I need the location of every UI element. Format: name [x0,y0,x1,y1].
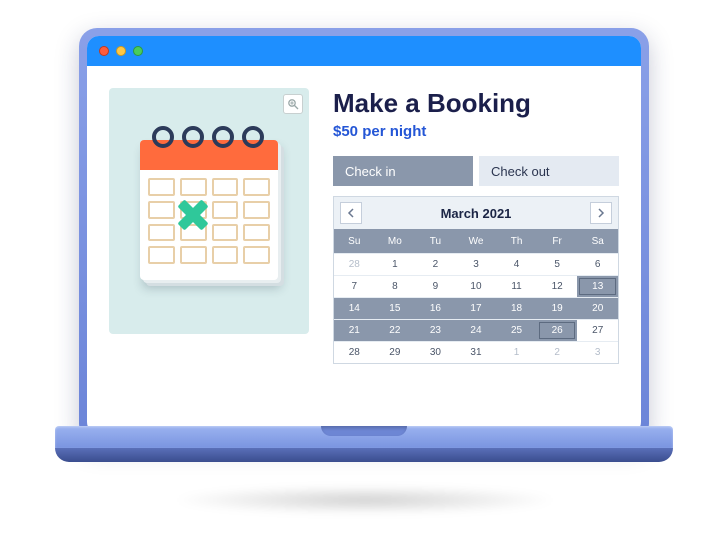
calendar-day[interactable]: 7 [334,275,375,297]
calendar-grid: 2812345678910111213141516171819202122232… [334,253,618,363]
weekday-label: Tu [415,229,456,253]
calendar-day[interactable]: 12 [537,275,578,297]
laptop-base [55,426,673,468]
calendar-day[interactable]: 23 [415,319,456,341]
weekday-label: Fr [537,229,578,253]
calendar-day[interactable]: 14 [334,297,375,319]
weekday-label: We [456,229,497,253]
calendar-day[interactable]: 31 [456,341,497,363]
calendar-day[interactable]: 26 [537,319,578,341]
calendar-day[interactable]: 6 [577,253,618,275]
tab-checkout[interactable]: Check out [479,156,619,186]
calendar-day[interactable]: 2 [537,341,578,363]
calendar-illustration [134,126,284,296]
page-title: Make a Booking [333,88,619,119]
calendar-week: 14151617181920 [334,297,618,319]
calendar-widget: March 2021 SuMoTuWeThFrSa 28123456789101… [333,196,619,364]
laptop-frame: Make a Booking $50 per night Check in Ch… [55,28,673,478]
calendar-day[interactable]: 20 [577,297,618,319]
minimize-icon[interactable] [116,46,126,56]
x-mark-icon [176,198,210,232]
weekday-label: Mo [375,229,416,253]
calendar-day[interactable]: 28 [334,341,375,363]
calendar-day[interactable]: 13 [577,275,618,297]
calendar-day[interactable]: 17 [456,297,497,319]
calendar-day[interactable]: 18 [496,297,537,319]
calendar-day[interactable]: 4 [496,253,537,275]
screen: Make a Booking $50 per night Check in Ch… [87,36,641,434]
calendar-day[interactable]: 1 [375,253,416,275]
calendar-day[interactable]: 30 [415,341,456,363]
calendar-day[interactable]: 3 [456,253,497,275]
calendar-day[interactable]: 11 [496,275,537,297]
calendar-day[interactable]: 10 [456,275,497,297]
calendar-day[interactable]: 28 [334,253,375,275]
booking-panel: Make a Booking $50 per night Check in Ch… [333,88,619,404]
maximize-icon[interactable] [133,46,143,56]
price-label: $50 per night [333,123,619,140]
calendar-day[interactable]: 29 [375,341,416,363]
calendar-day[interactable]: 8 [375,275,416,297]
window-titlebar [87,36,641,66]
weekday-header: SuMoTuWeThFrSa [334,229,618,253]
calendar-day[interactable]: 21 [334,319,375,341]
calendar-day[interactable]: 15 [375,297,416,319]
calendar-day[interactable]: 3 [577,341,618,363]
close-icon[interactable] [99,46,109,56]
calendar-week: 21222324252627 [334,319,618,341]
calendar-day[interactable]: 9 [415,275,456,297]
prev-month-button[interactable] [340,202,362,224]
zoom-icon[interactable] [283,94,303,114]
month-label: March 2021 [441,206,512,221]
calendar-day[interactable]: 19 [537,297,578,319]
calendar-week: 28293031123 [334,341,618,363]
calendar-day[interactable]: 1 [496,341,537,363]
weekday-label: Th [496,229,537,253]
calendar-day[interactable]: 27 [577,319,618,341]
screen-bezel: Make a Booking $50 per night Check in Ch… [79,28,649,442]
calendar-day[interactable]: 25 [496,319,537,341]
calendar-day[interactable]: 22 [375,319,416,341]
product-image-panel [109,88,309,334]
calendar-day[interactable]: 5 [537,253,578,275]
content-area: Make a Booking $50 per night Check in Ch… [87,66,641,434]
calendar-week: 78910111213 [334,275,618,297]
weekday-label: Su [334,229,375,253]
calendar-nav: March 2021 [334,197,618,229]
next-month-button[interactable] [590,202,612,224]
trackpad-notch [321,426,407,436]
calendar-day[interactable]: 2 [415,253,456,275]
calendar-day[interactable]: 16 [415,297,456,319]
laptop-shadow [90,480,640,520]
calendar-week: 28123456 [334,253,618,275]
calendar-day[interactable]: 24 [456,319,497,341]
tab-checkin[interactable]: Check in [333,156,473,186]
weekday-label: Sa [577,229,618,253]
date-tabs: Check in Check out [333,156,619,186]
